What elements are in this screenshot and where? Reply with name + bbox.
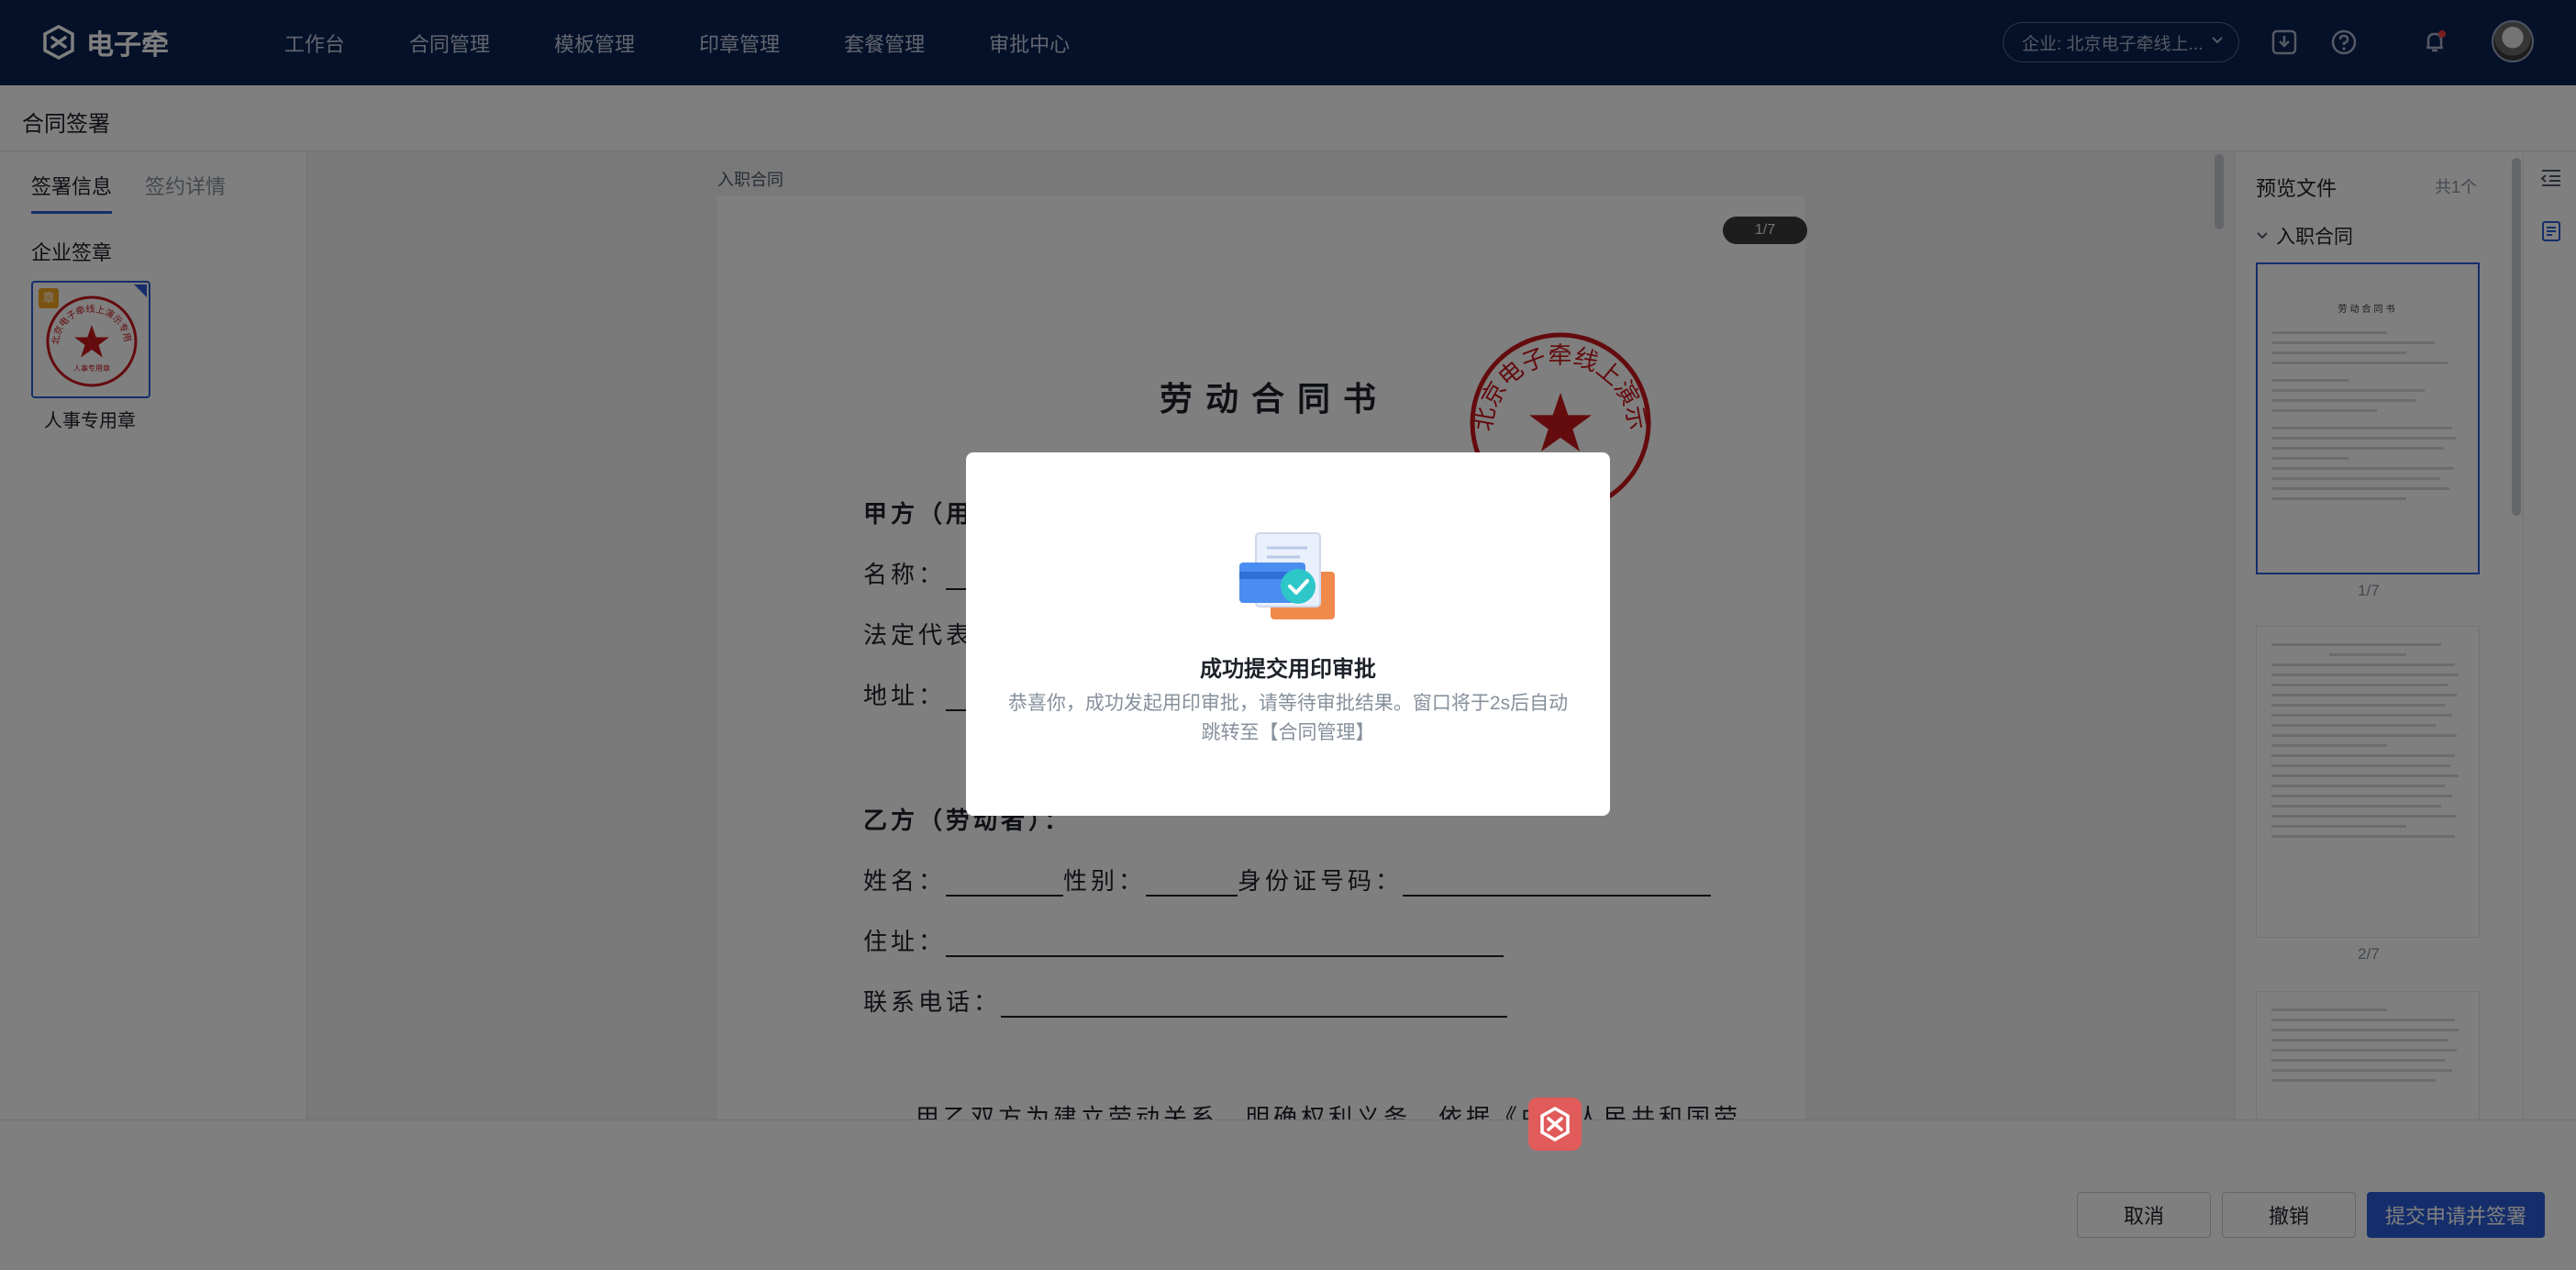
logo-icon xyxy=(1540,1106,1570,1142)
floating-brand-button[interactable] xyxy=(1528,1097,1582,1151)
modal-message: 恭喜你，成功发起用印审批，请等待审批结果。窗口将于2s后自动跳转至【合同管理】 xyxy=(1007,693,1569,743)
success-modal: 成功提交用印审批 恭喜你，成功发起用印审批，请等待审批结果。窗口将于2s后自动跳… xyxy=(966,452,1610,816)
approval-success-icon xyxy=(1239,532,1335,619)
modal-title: 成功提交用印审批 xyxy=(1200,657,1376,682)
